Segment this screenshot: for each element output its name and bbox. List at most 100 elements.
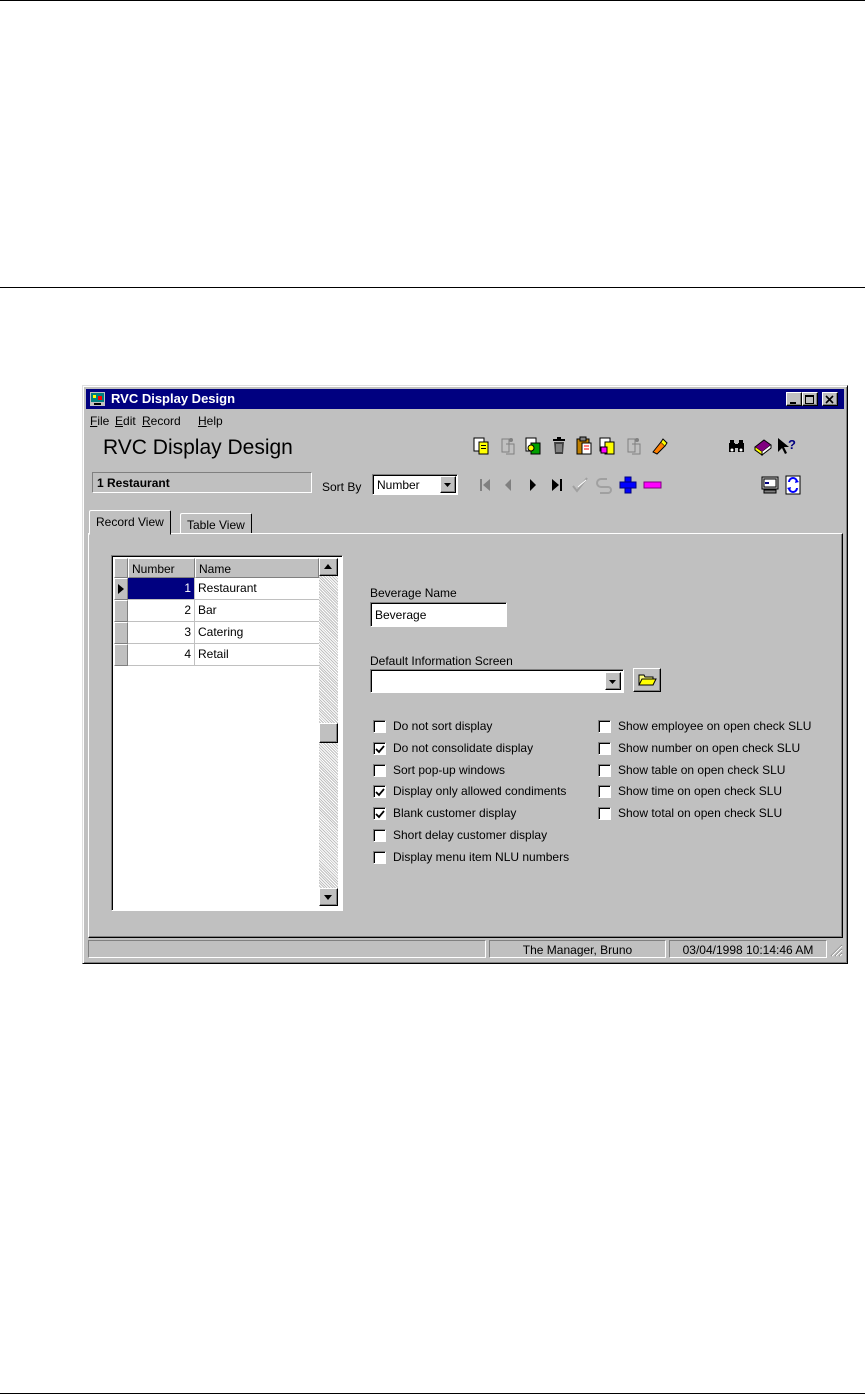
undo-icon[interactable] xyxy=(623,435,645,457)
next-record-icon[interactable] xyxy=(522,474,544,496)
confirm-icon[interactable] xyxy=(569,474,591,496)
cell-name[interactable]: Restaurant xyxy=(195,578,319,600)
sort-by-value: Number xyxy=(377,478,420,492)
toolbar: RVC Display Design 1 Restaurant Sort By … xyxy=(86,432,844,508)
help-pointer-icon[interactable]: ? xyxy=(775,435,797,457)
checkmark-icon xyxy=(375,745,385,754)
maximize-button[interactable] xyxy=(802,392,818,406)
row-selector[interactable] xyxy=(114,622,128,644)
row-selector[interactable] xyxy=(114,578,128,600)
resize-grip-icon[interactable] xyxy=(829,943,843,957)
column-header-number[interactable]: Number xyxy=(128,558,195,578)
checkbox-label[interactable]: Show total on open check SLU xyxy=(618,806,782,820)
app-icon[interactable] xyxy=(90,392,105,406)
checkbox-label[interactable]: Show number on open check SLU xyxy=(618,741,800,755)
menu-record[interactable]: Record xyxy=(142,414,181,428)
checkbox-label[interactable]: Display menu item NLU numbers xyxy=(393,850,569,864)
checkbox-box[interactable] xyxy=(373,764,386,777)
row-selector[interactable] xyxy=(114,644,128,666)
close-icon xyxy=(825,395,834,404)
cell-number[interactable]: 3 xyxy=(128,622,195,644)
previous-record-icon[interactable] xyxy=(497,474,519,496)
find-record-icon[interactable] xyxy=(523,435,545,457)
beverage-name-value: Beverage xyxy=(375,608,427,622)
checkbox-box[interactable] xyxy=(598,720,611,733)
checkbox-label[interactable]: Sort pop-up windows xyxy=(393,763,505,777)
checkmark-icon xyxy=(375,788,385,797)
record-view-panel: Number Name 1 Restaurant 2 Bar 3 Caterin… xyxy=(88,533,843,938)
default-info-screen-select[interactable] xyxy=(370,669,624,693)
default-info-dropdown-button[interactable] xyxy=(605,672,621,690)
duplicate-icon[interactable] xyxy=(597,435,619,457)
status-message xyxy=(88,940,486,958)
app-window: RVC Display Design File Edit Record Help… xyxy=(82,385,848,964)
checkbox-box[interactable] xyxy=(373,720,386,733)
monitor-icon[interactable] xyxy=(759,474,781,496)
checkbox-box[interactable] xyxy=(598,785,611,798)
cell-number[interactable]: 4 xyxy=(128,644,195,666)
tab-record-view[interactable]: Record View xyxy=(89,510,171,535)
grid-header-corner xyxy=(114,558,128,578)
book-icon[interactable] xyxy=(752,435,774,457)
cell-name[interactable]: Catering xyxy=(195,622,319,644)
cell-name[interactable]: Retail xyxy=(195,644,319,666)
browse-folder-button[interactable] xyxy=(633,668,661,692)
minimize-button[interactable] xyxy=(786,392,802,406)
checkbox-label[interactable]: Do not consolidate display xyxy=(393,741,533,755)
beverage-name-field[interactable]: Beverage xyxy=(370,602,507,627)
checkbox-box[interactable] xyxy=(598,807,611,820)
record-grid[interactable]: Number Name 1 Restaurant 2 Bar 3 Caterin… xyxy=(111,555,343,911)
menu-help[interactable]: Help xyxy=(198,414,223,428)
scroll-up-button[interactable] xyxy=(319,558,338,576)
menu-edit[interactable]: Edit xyxy=(115,414,136,428)
checkbox-box[interactable] xyxy=(373,851,386,864)
delete-icon[interactable] xyxy=(548,435,570,457)
clear-icon[interactable] xyxy=(648,435,670,457)
checkbox-box[interactable] xyxy=(373,807,386,820)
checkbox-box[interactable] xyxy=(598,764,611,777)
cell-number[interactable]: 2 xyxy=(128,600,195,622)
binoculars-icon[interactable] xyxy=(726,435,748,457)
scroll-thumb[interactable] xyxy=(319,723,338,743)
checkbox-label[interactable]: Show table on open check SLU xyxy=(618,763,785,777)
checkbox-box[interactable] xyxy=(373,785,386,798)
new-record-icon[interactable] xyxy=(471,435,493,457)
refresh-icon[interactable] xyxy=(782,474,804,496)
column-header-name[interactable]: Name xyxy=(195,558,319,578)
cell-name[interactable]: Bar xyxy=(195,600,319,622)
tab-table-view[interactable]: Table View xyxy=(180,513,252,534)
svg-text:?: ? xyxy=(788,437,796,452)
checkbox-box[interactable] xyxy=(373,829,386,842)
checkbox-label[interactable]: Blank customer display xyxy=(393,806,516,820)
chevron-down-icon xyxy=(609,680,616,684)
checkbox-label[interactable]: Show employee on open check SLU xyxy=(618,719,811,733)
checkbox-box[interactable] xyxy=(598,742,611,755)
checkbox-label[interactable]: Do not sort display xyxy=(393,719,492,733)
close-button[interactable] xyxy=(822,392,838,406)
menu-file[interactable]: File xyxy=(90,414,109,428)
scroll-down-button[interactable] xyxy=(319,888,338,906)
minimize-icon xyxy=(790,402,796,404)
sort-by-dropdown-button[interactable] xyxy=(440,476,456,493)
revert-icon[interactable] xyxy=(593,474,615,496)
last-record-icon[interactable] xyxy=(546,474,568,496)
checkbox-label[interactable]: Display only allowed condiments xyxy=(393,784,566,798)
checkbox-label[interactable]: Short delay customer display xyxy=(393,828,547,842)
checkbox-box[interactable] xyxy=(373,742,386,755)
grid-vertical-scrollbar[interactable] xyxy=(319,558,338,906)
maximize-icon xyxy=(805,395,814,404)
remove-icon[interactable] xyxy=(641,474,663,496)
sort-by-select[interactable]: Number xyxy=(372,474,458,495)
checkmark-icon xyxy=(375,810,385,819)
current-row-arrow-icon xyxy=(118,584,124,594)
checkbox-label[interactable]: Show time on open check SLU xyxy=(618,784,782,798)
copy-record-icon[interactable] xyxy=(497,435,519,457)
title-bar[interactable]: RVC Display Design xyxy=(86,389,844,409)
current-record-box: 1 Restaurant xyxy=(92,472,312,493)
row-selector[interactable] xyxy=(114,600,128,622)
first-record-icon[interactable] xyxy=(474,474,496,496)
form-title: RVC Display Design xyxy=(103,436,293,459)
paste-icon[interactable] xyxy=(573,435,595,457)
add-icon[interactable] xyxy=(617,474,639,496)
cell-number[interactable]: 1 xyxy=(128,578,195,600)
